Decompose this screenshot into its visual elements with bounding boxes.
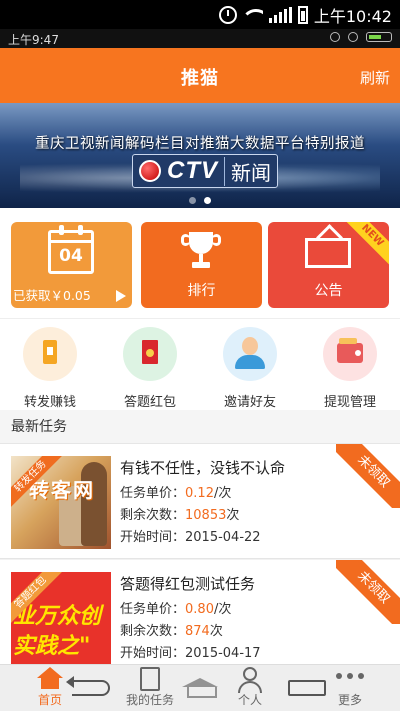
noticeboard-icon	[305, 238, 351, 268]
task-remaining: 剩余次数：10853次	[120, 508, 240, 523]
menu-item-withdraw[interactable]: 提现管理	[300, 327, 400, 410]
trophy-icon	[181, 232, 221, 272]
ranking-tile[interactable]: 排行	[141, 222, 262, 308]
task-thumbnail: 业万众创 实践之" 答题红包	[11, 572, 111, 664]
task-start-time: 开始时间：2015-04-17	[120, 646, 261, 661]
task-status: 未领取	[336, 444, 400, 508]
page-title: 推猫	[181, 68, 219, 89]
wifi-icon	[242, 7, 263, 23]
announcement-label: 公告	[314, 283, 343, 299]
signal-icon	[268, 7, 292, 23]
system-status-bar: 上午10:42	[0, 0, 400, 29]
tab-more[interactable]: 更多	[300, 665, 400, 711]
task-title: 有钱不任性，没钱不认命	[120, 459, 286, 477]
phone-icon	[43, 340, 57, 364]
calendar-icon: 04	[48, 225, 94, 274]
feature-tiles: 04 已获取￥0.05 排行 NEW 公告	[0, 208, 400, 318]
ranking-label: 排行	[187, 283, 216, 299]
menu-item-label: 转发赚钱	[23, 395, 76, 410]
task-title: 答题得红包测试任务	[120, 575, 256, 593]
task-status: 未领取	[336, 560, 400, 624]
refresh-button[interactable]: 刷新	[360, 67, 390, 88]
menu-item-label: 提现管理	[323, 395, 376, 410]
bottom-tab-bar: 首页 我的任务 个人 更多	[0, 664, 400, 711]
inner-status-bar: 上午9:47	[0, 29, 400, 48]
play-arrow-icon	[116, 290, 126, 302]
alarm-clock-icon	[218, 6, 237, 24]
person-icon	[242, 337, 258, 355]
task-status-ribbon: 未领取	[336, 560, 400, 624]
app-header: 推猫 刷新	[0, 48, 400, 103]
logo-text: CTV	[167, 157, 218, 184]
wifi-icon	[348, 32, 358, 42]
tab-home[interactable]: 首页	[0, 665, 100, 711]
task-status-ribbon: 未领取	[336, 444, 400, 508]
cctv-logo: CTV 新闻	[132, 153, 278, 189]
task-icon	[140, 667, 160, 691]
alarm-icon	[330, 32, 340, 42]
pager-dot[interactable]	[189, 197, 196, 204]
menu-item-invite[interactable]: 邀请好友	[200, 327, 300, 410]
inner-time: 上午9:47	[8, 33, 59, 47]
calendar-value: 04	[59, 246, 83, 266]
tab-label: 首页	[37, 693, 62, 707]
tab-profile[interactable]: 个人	[200, 665, 300, 711]
home-icon	[37, 667, 63, 689]
battery-icon	[366, 32, 392, 42]
icon-menu: 转发赚钱 答题红包 邀请好友 提现管理	[0, 318, 400, 410]
red-envelope-icon	[142, 340, 158, 364]
menu-item-label: 答题红包	[123, 395, 176, 410]
task-unit-price: 任务单价：0.80/次	[120, 602, 232, 617]
task-remaining: 剩余次数：874次	[120, 624, 223, 639]
system-time: 上午10:42	[313, 7, 392, 26]
cctv-globe-icon	[139, 160, 161, 182]
section-title: 最新任务	[0, 410, 400, 444]
user-icon	[238, 667, 262, 693]
tab-my-tasks[interactable]: 我的任务	[100, 665, 200, 711]
task-start-time: 开始时间：2015-04-22	[120, 530, 261, 545]
earnings-label: 已获取￥0.05	[13, 288, 91, 303]
menu-item-label: 邀请好友	[223, 395, 276, 410]
battery-icon	[297, 6, 308, 24]
task-item[interactable]: 业万众创 实践之" 答题红包 答题得红包测试任务 任务单价：0.80/次 剩余次…	[0, 560, 400, 664]
logo-sub: 新闻	[224, 156, 271, 186]
task-item[interactable]: 转客网 转发任务 有钱不任性，没钱不认命 任务单价：0.12/次 剩余次数：10…	[0, 444, 400, 559]
tab-label: 更多	[337, 693, 362, 707]
menu-item-share-earn[interactable]: 转发赚钱	[0, 327, 100, 410]
banner-pager	[0, 197, 400, 204]
banner-headline: 重庆卫视新闻解码栏目对推猫大数据平台特别报道	[35, 136, 365, 152]
news-banner[interactable]: 重庆卫视新闻解码栏目对推猫大数据平台特别报道 CTV 新闻	[0, 103, 400, 208]
pager-dot-active[interactable]	[204, 197, 211, 204]
thumb-text: 实践之"	[13, 634, 91, 659]
more-icon	[336, 673, 364, 679]
wallet-icon	[337, 338, 363, 363]
task-unit-price: 任务单价：0.12/次	[120, 486, 232, 501]
tab-label: 个人	[237, 693, 262, 707]
menu-item-quiz-redpacket[interactable]: 答题红包	[100, 327, 200, 410]
earnings-tile[interactable]: 04 已获取￥0.05	[11, 222, 132, 308]
announcement-tile[interactable]: NEW 公告	[268, 222, 389, 308]
task-thumbnail: 转客网 转发任务	[11, 456, 111, 549]
tab-label: 我的任务	[125, 693, 174, 707]
